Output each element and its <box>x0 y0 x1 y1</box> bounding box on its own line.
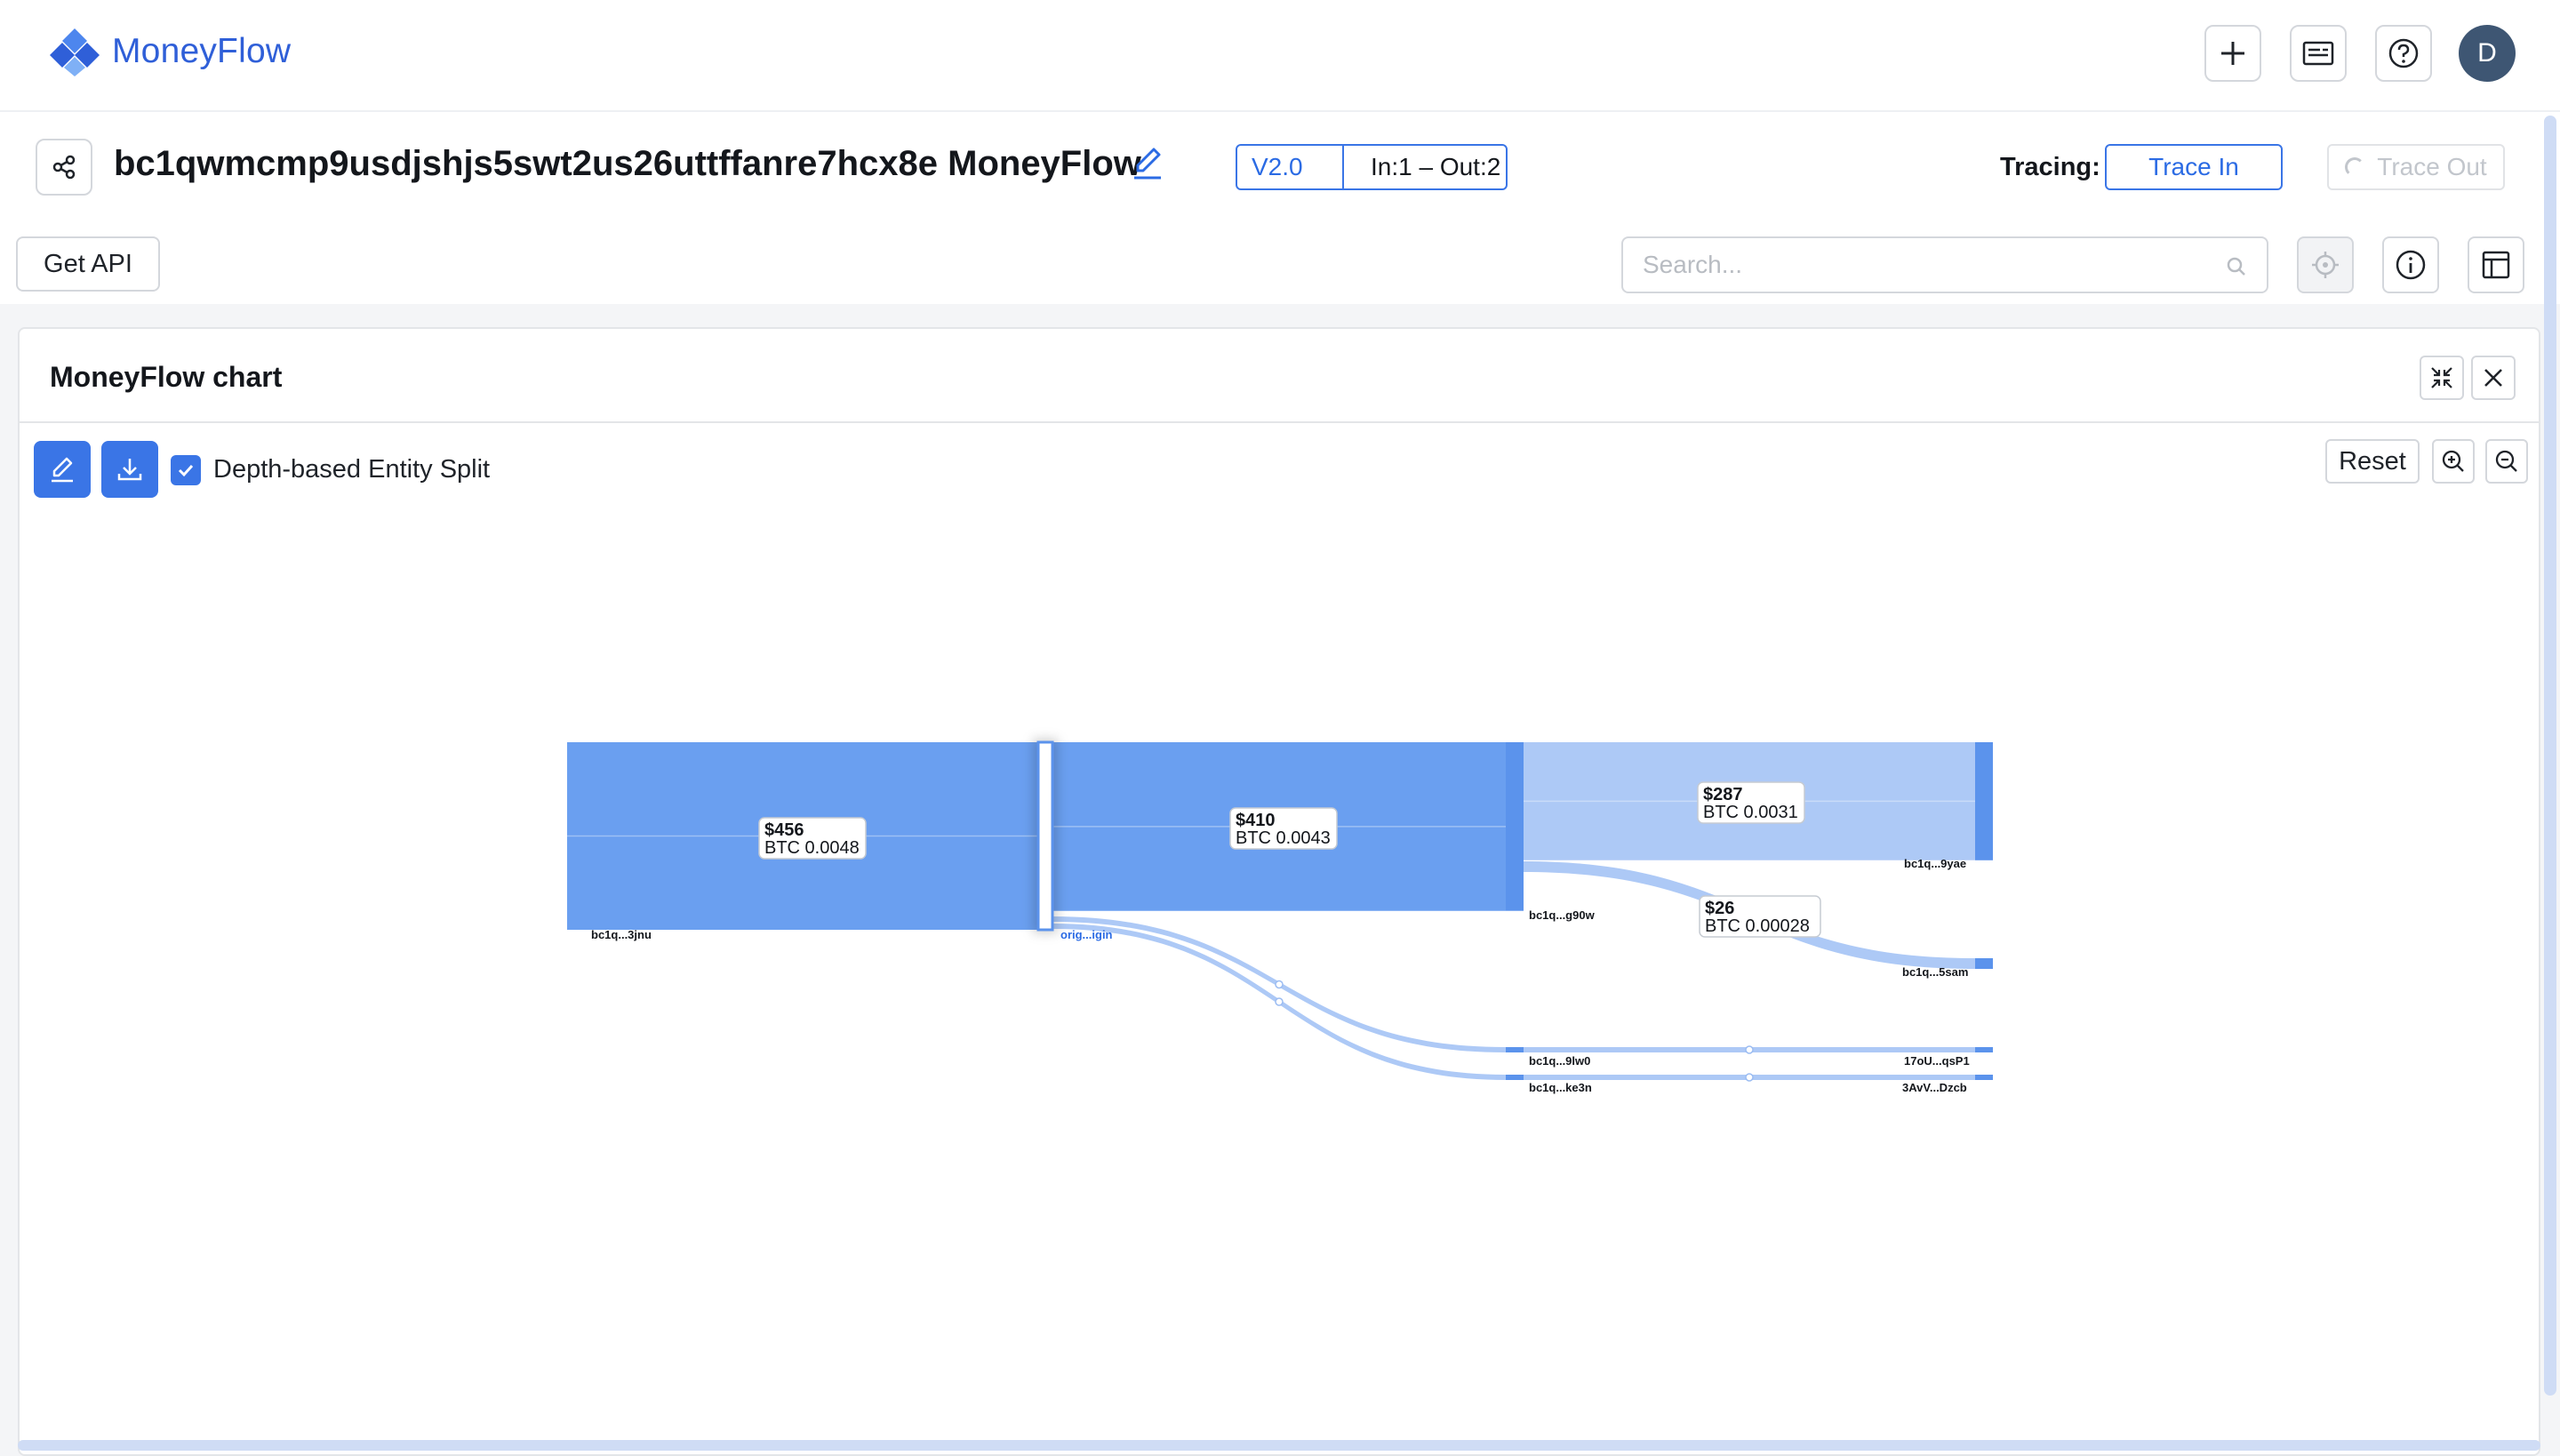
flow-usd-value: $410 <box>1236 811 1276 830</box>
flow-value-label: $456BTC 0.0048 <box>758 817 867 860</box>
flow-node[interactable] <box>1506 1047 1524 1052</box>
node-address-label[interactable]: bc1q...9yae <box>1904 857 1966 870</box>
origin-node[interactable] <box>1036 740 1054 932</box>
flow-link-marker <box>1275 980 1284 989</box>
flow-node[interactable] <box>1975 742 1993 860</box>
node-address-label[interactable]: bc1q...g90w <box>1529 908 1596 922</box>
flow-node[interactable] <box>1975 1047 1993 1052</box>
flow-btc-value: BTC 0.0048 <box>764 838 860 858</box>
node-address-label[interactable]: bc1q...ke3n <box>1529 1081 1592 1094</box>
flow-btc-value: BTC 0.00028 <box>1705 916 1810 936</box>
flow-value-label: $26BTC 0.00028 <box>1699 895 1821 938</box>
horizontal-scrollbar[interactable] <box>18 1440 2540 1451</box>
flow-usd-value: $26 <box>1705 899 1734 918</box>
flow-node[interactable] <box>1506 742 1524 911</box>
flow-usd-value: $456 <box>764 820 804 840</box>
node-address-label[interactable]: bc1q...9lw0 <box>1529 1054 1590 1068</box>
flow-node[interactable] <box>1975 958 1993 970</box>
node-address-label[interactable]: 17oU...qsP1 <box>1904 1054 1970 1068</box>
flow-node[interactable] <box>1506 1075 1524 1080</box>
flow-node[interactable] <box>1975 1075 1993 1080</box>
node-address-label[interactable]: bc1q...3jnu <box>591 928 652 941</box>
node-address-label[interactable]: 3AvV...Dzcb <box>1902 1081 1967 1094</box>
flow-value-label: $287BTC 0.0031 <box>1697 781 1805 824</box>
flow-usd-value: $287 <box>1703 785 1743 804</box>
node-address-label[interactable]: orig...igin <box>1060 928 1113 941</box>
flow-link-marker <box>1745 1045 1754 1054</box>
flow-value-label: $410BTC 0.0043 <box>1229 807 1338 850</box>
node-address-label[interactable]: bc1q...5sam <box>1902 965 1968 979</box>
flow-btc-value: BTC 0.0031 <box>1703 803 1798 822</box>
flow-link-marker <box>1275 997 1284 1006</box>
moneyflow-sankey-chart[interactable]: bc1q...3jnu orig...igin bc1q...g90w bc1q...… <box>0 0 2560 1456</box>
flow-link-marker <box>1745 1073 1754 1082</box>
flow-btc-value: BTC 0.0043 <box>1236 828 1331 848</box>
vertical-scrollbar[interactable] <box>2544 116 2556 1396</box>
